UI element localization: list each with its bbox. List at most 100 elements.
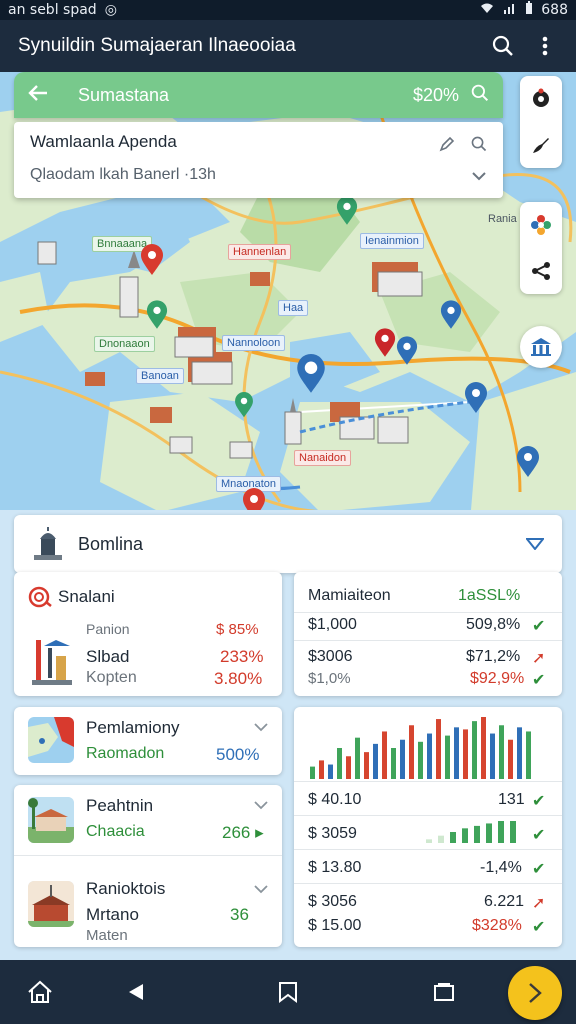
chart-bar	[346, 756, 351, 779]
map-pin-icon[interactable]	[140, 244, 164, 276]
share-icon[interactable]	[520, 248, 562, 294]
chart-bar	[508, 739, 513, 779]
signal-icon	[503, 2, 517, 18]
monument-icon	[34, 527, 62, 560]
search-icon[interactable]	[471, 84, 489, 107]
left-row2-value: 233%	[220, 647, 264, 666]
swirl-icon	[28, 586, 52, 608]
list-row1-b: 131	[498, 791, 525, 808]
chart-bar	[526, 731, 531, 779]
list-row5-a: $ 15.00	[308, 917, 362, 934]
map-pin-icon[interactable]	[146, 300, 168, 330]
triangle-left-icon[interactable]	[118, 974, 154, 1010]
map-label[interactable]: Nanaidon	[294, 450, 352, 466]
bar-chart	[310, 717, 531, 779]
search-icon[interactable]	[469, 134, 489, 154]
map-pin-icon[interactable]	[440, 300, 462, 330]
spark-bars	[426, 821, 516, 843]
divider	[294, 849, 562, 850]
chart-bar	[418, 741, 423, 779]
map-pin-icon[interactable]	[464, 382, 488, 414]
map-pin-icon[interactable]	[296, 354, 326, 394]
chart-bar	[426, 839, 432, 843]
place-2-title[interactable]: Peahtnin	[86, 796, 153, 816]
status-time: 688	[541, 2, 568, 18]
right-row3-a: $1,0%	[308, 670, 351, 687]
bookmark-icon[interactable]	[270, 974, 306, 1010]
map-label[interactable]: Banoan	[136, 368, 184, 384]
chart-bar	[462, 828, 468, 843]
list-row4-a: $ 3056	[308, 893, 357, 910]
chart-bar	[436, 719, 441, 779]
map-label[interactable]: Haa	[278, 300, 309, 316]
chevron-down-icon[interactable]	[254, 881, 268, 895]
check-icon: ✔	[532, 618, 546, 635]
chevron-down-icon[interactable]	[469, 166, 489, 186]
chart-bar	[450, 832, 456, 843]
map-label[interactable]: Dnonaaon	[94, 336, 155, 352]
map-label[interactable]: Nannoloon	[222, 335, 286, 351]
status-text: an sebl spad	[8, 2, 97, 18]
divider	[294, 612, 562, 613]
stats-list-card: $ 40.10 131 ✔ $ 3059 ✔ $ 13.80 -1,4% ✔ $…	[294, 707, 562, 947]
list-row2-a: $ 3059	[308, 825, 357, 842]
right-card-title-value: 1aSSL%	[458, 587, 521, 604]
next-button[interactable]	[508, 966, 562, 1020]
stats-card-left[interactable]: Snalani Panion $ 85% Slbad 233% Kopten 3…	[14, 572, 282, 696]
chart-bar	[517, 727, 522, 779]
landmark-icon	[32, 640, 72, 685]
layers-icon[interactable]	[520, 76, 562, 122]
check-icon: ✔	[532, 827, 546, 844]
home-icon[interactable]	[22, 974, 58, 1010]
map-label[interactable]: Ienainmion	[360, 233, 424, 249]
map-pin-icon[interactable]	[374, 328, 396, 358]
right-row1-b: 509,8%	[466, 616, 521, 633]
search-icon[interactable]	[486, 29, 520, 63]
right-row3-b: $92,9%	[470, 670, 525, 687]
place-3-sub2: Maten	[86, 927, 128, 944]
chevron-down-icon[interactable]	[254, 719, 268, 733]
trend-up-icon: ➚	[532, 895, 546, 912]
map-pin-icon[interactable]	[516, 446, 540, 478]
map-view[interactable]: Rania Bnnaaana Hannenlan Ienainmion Haa …	[0, 72, 576, 522]
map-pin-icon[interactable]	[336, 196, 358, 226]
summary-name: Bomlina	[78, 533, 144, 554]
map-pin-icon[interactable]	[234, 392, 254, 418]
chart-bar	[486, 823, 492, 843]
chart-bar	[472, 721, 477, 779]
edit-icon[interactable]	[437, 134, 457, 154]
summary-card[interactable]: Bomlina	[14, 515, 562, 573]
map-tools-mid	[520, 202, 562, 294]
place-card-1[interactable]: Pemlamiony Raomadon 500%	[14, 707, 282, 775]
status-circle-icon: ◎	[104, 2, 117, 18]
square-icon[interactable]	[426, 974, 462, 1010]
place-thumbnail	[28, 881, 74, 927]
brush-icon[interactable]	[520, 122, 562, 168]
place-2-value: 266 ▸	[222, 823, 264, 842]
arrow-left-icon[interactable]	[28, 82, 68, 108]
more-vert-icon[interactable]	[528, 29, 562, 63]
chevron-down-icon[interactable]	[254, 797, 268, 811]
route-header[interactable]: Sumastana $20%	[14, 72, 503, 118]
divider	[294, 640, 562, 641]
chart-bar	[454, 727, 459, 779]
pinwheel-icon[interactable]	[520, 202, 562, 248]
bank-icon[interactable]	[520, 326, 562, 368]
left-row3-label: Kopten	[86, 669, 137, 686]
triangle-down-icon[interactable]	[526, 538, 544, 550]
agenda-card[interactable]: Wamlaanla Apenda Qlaodam lkah Banerl ·13…	[14, 122, 503, 198]
map-pin-icon[interactable]	[396, 336, 418, 366]
chart-bar	[310, 766, 315, 779]
map-thumbnail	[28, 717, 74, 763]
list-row3-b: -1,4%	[480, 859, 522, 876]
app-bar: Synuildin Sumajaeran Ilnaeooiaa	[0, 20, 576, 72]
trend-up-icon: ➚	[532, 650, 546, 667]
agenda-title: Wamlaanla Apenda	[30, 132, 177, 151]
place-3-title[interactable]: Ranioktois	[86, 879, 165, 899]
place-1-value: 500%	[216, 745, 260, 764]
chart-bar	[391, 748, 396, 779]
place-3-sub-value: 36	[230, 905, 249, 924]
map-label[interactable]: Hannenlan	[228, 244, 292, 260]
status-bar: an sebl spad ◎ 688	[0, 0, 576, 20]
stats-card-right[interactable]: Mamiaiteon 1aSSL% $1,000 509,8% ✔ $3006 …	[294, 572, 562, 696]
